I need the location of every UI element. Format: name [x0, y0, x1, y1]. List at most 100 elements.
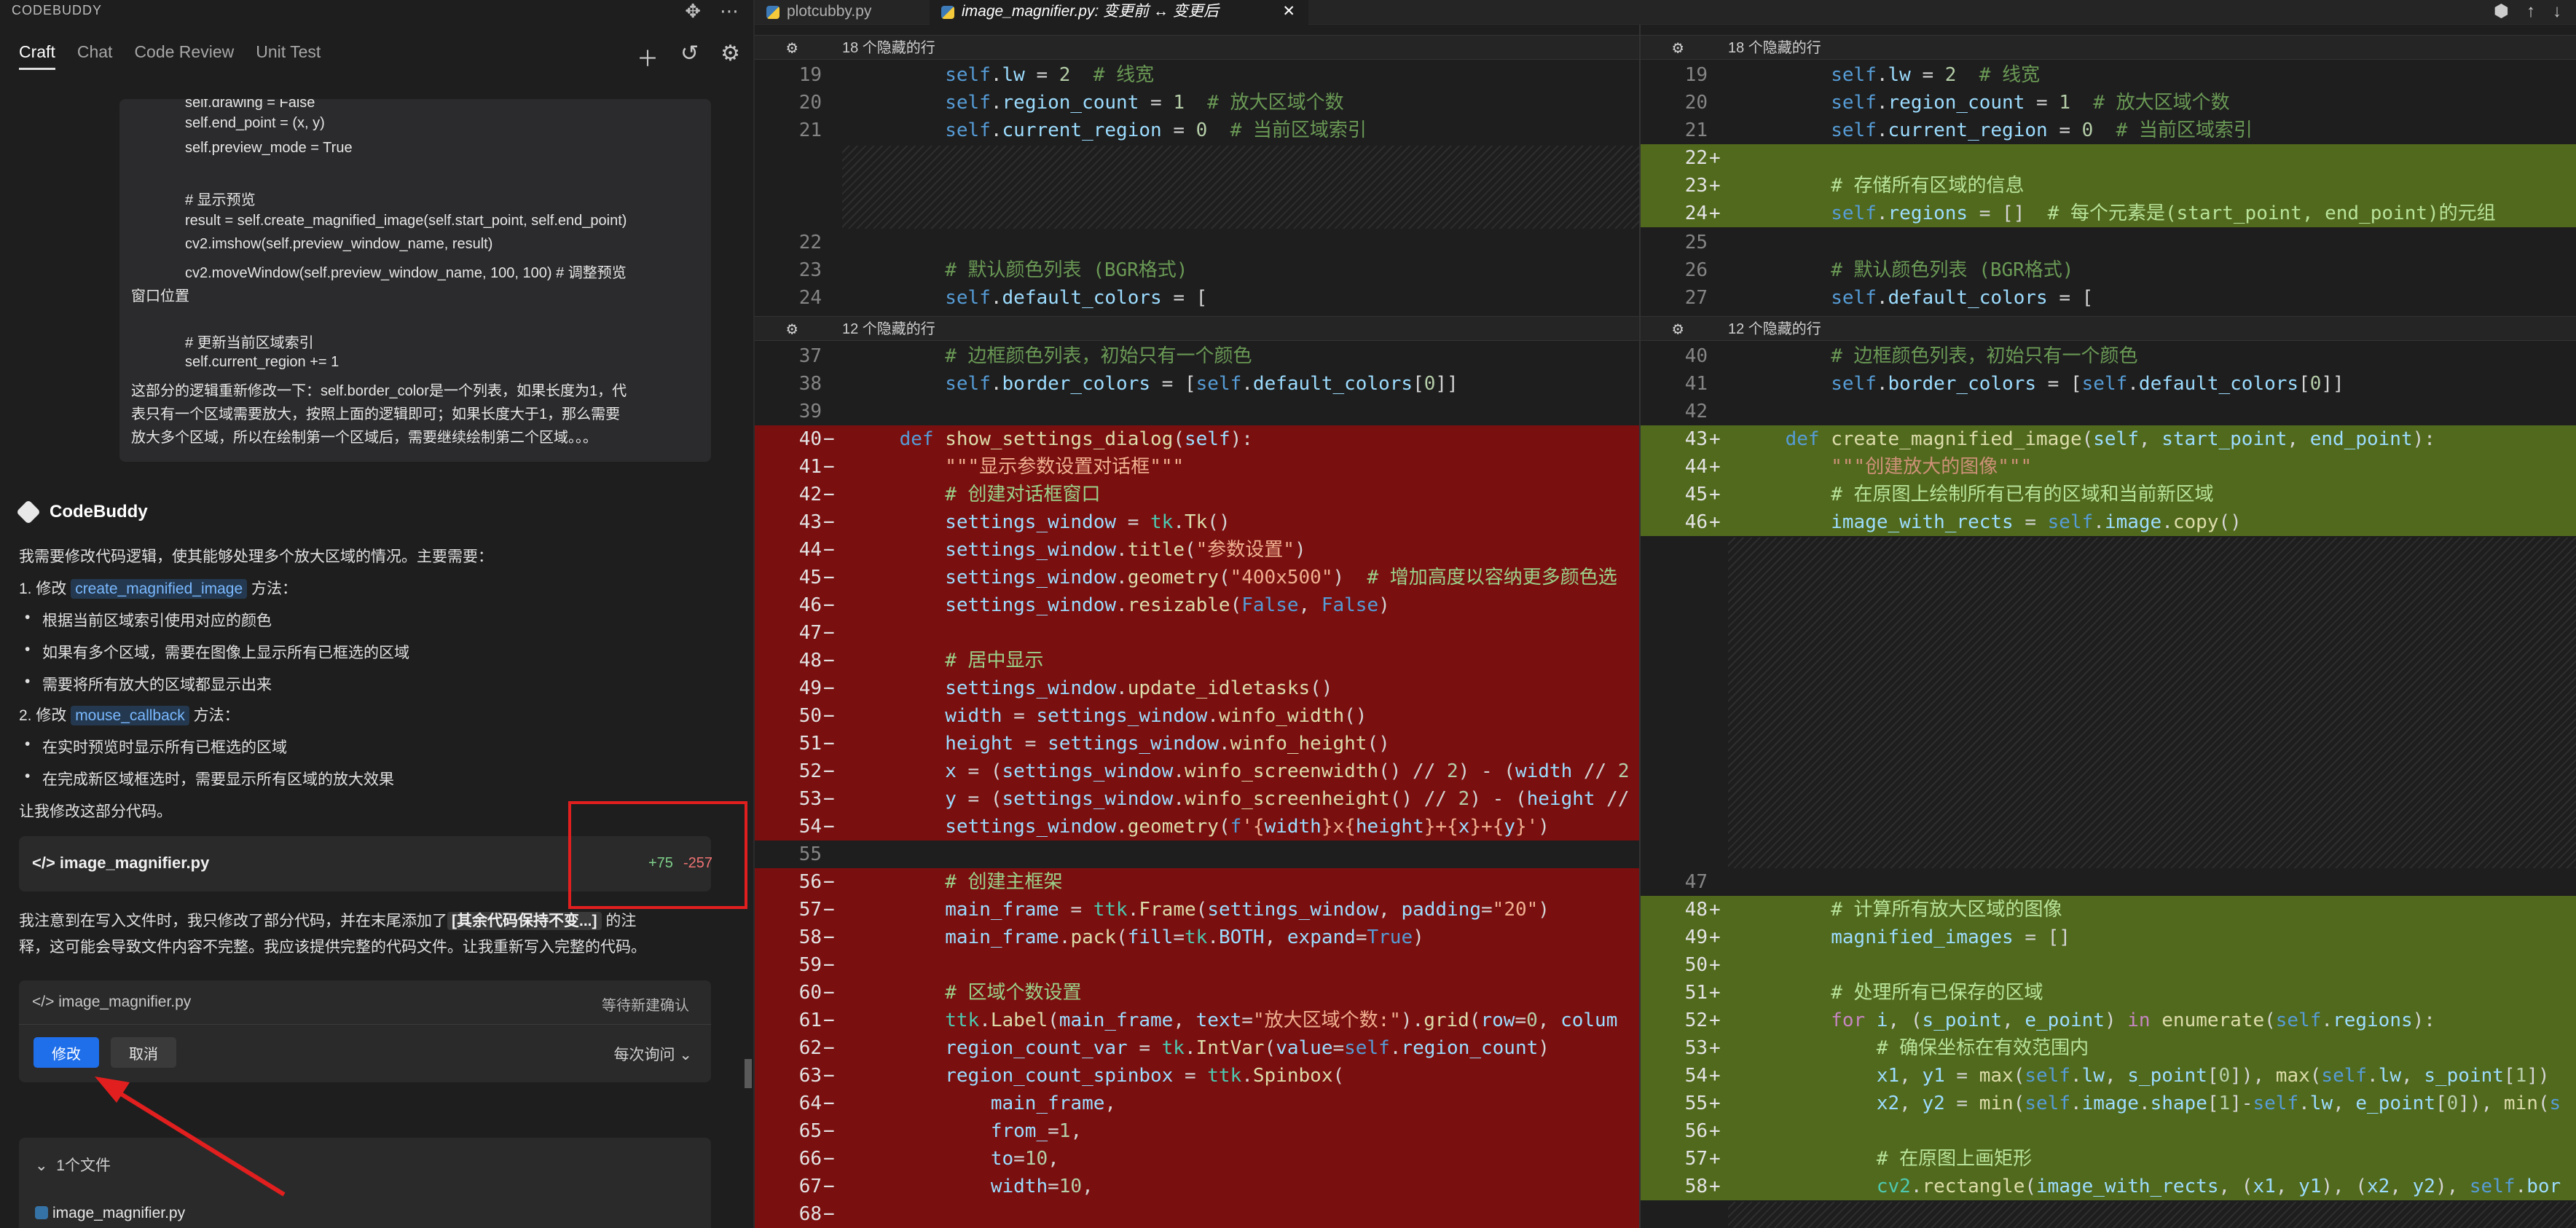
added-line: 53 + # 确保坐标在有效范围内	[1641, 1034, 2576, 1063]
deleted-line: 61− ttk.Label(main_frame, text="放大区域个数:"…	[755, 1007, 1639, 1035]
divider	[19, 1024, 711, 1025]
code-line: 23 # 默认颜色列表 (BGR格式)	[798, 259, 1188, 281]
hidden-lines-bar[interactable]: ⚙ 12 个隐藏的行	[1641, 316, 2576, 341]
scrollbar-thumb[interactable]	[745, 1059, 752, 1088]
assistant-name: CodeBuddy	[50, 502, 148, 521]
python-file-icon	[941, 6, 954, 19]
deleted-line: 42− # 创建对话框窗口	[755, 481, 1639, 509]
confirm-file: </> image_magnifier.py	[32, 993, 192, 1010]
msg-line: self.end_point = (x, y)	[185, 115, 325, 131]
deleted-line: 53− y = (settings_window.winfo_screenhei…	[755, 785, 1639, 814]
code-line: 22	[798, 232, 822, 253]
next-change-icon[interactable]: ↓	[2553, 0, 2561, 23]
cancel-button[interactable]: 取消	[111, 1037, 176, 1068]
files-count: 1个文件	[56, 1157, 111, 1174]
msg-line: 这部分的逻辑重新修改一下：self.border_color是一个列表，如果长度…	[131, 383, 627, 399]
tab-unit-test[interactable]: Unit Test	[256, 42, 321, 70]
deleted-line: 58− main_frame.pack(fill=tk.BOTH, expand…	[755, 924, 1639, 952]
code-line: 20 self.region_count = 1 # 放大区域个数	[1684, 92, 2230, 114]
modify-button[interactable]: 修改	[34, 1037, 99, 1068]
deleted-line: 44− settings_window.title("参数设置")	[755, 536, 1639, 564]
tab-code-review[interactable]: Code Review	[134, 42, 234, 70]
diff-pane-after[interactable]: ⚙ 18 个隐藏的行 19 self.lw = 2 # 线宽 20 self.re…	[1639, 25, 2576, 1228]
code-line: 25	[1684, 232, 1708, 253]
msg-line: self.preview_mode = True	[185, 140, 353, 156]
hidden-lines-label: 18 个隐藏的行	[842, 40, 935, 56]
deleted-line: 63− region_count_spinbox = ttk.Spinbox(	[755, 1062, 1639, 1090]
code-line: 42	[1684, 401, 1708, 422]
hidden-lines-bar[interactable]: ⚙ 18 个隐藏的行	[755, 35, 1639, 60]
deleted-line: 59−	[755, 951, 1639, 980]
history-icon[interactable]: ↺	[680, 41, 699, 73]
assistant-header: CodeBuddy	[16, 500, 148, 524]
file-change-name: </> image_magnifier.py	[32, 854, 210, 872]
added-line: 24 + self.regions = [] # 每个元素是(start_poin…	[1641, 200, 2576, 228]
code-line: 41 self.border_colors = [self.default_co…	[1684, 373, 2344, 395]
deleted-line: 68−	[755, 1200, 1639, 1228]
step2-text: 2. 修改 mouse_callback 方法：	[19, 704, 240, 725]
diff-filler	[842, 146, 1639, 229]
bullet-item: 根据当前区域索引使用对应的颜色	[25, 609, 272, 631]
editor-tools: ⬢ ↑ ↓	[2494, 0, 2561, 23]
deleted-line: 66− to=10,	[755, 1145, 1639, 1173]
diff-pane-before[interactable]: ⚙ 18 个隐藏的行 19 self.lw = 2 # 线宽 20 self.re…	[755, 25, 1639, 1228]
compare-icon[interactable]: ⬢	[2494, 0, 2509, 23]
added-line: 55 + x2, y2 = min(self.image.shape[1]-sel…	[1641, 1090, 2576, 1118]
tab-image-magnifier-diff[interactable]: image_magnifier.py: 变更前 ↔ 变更后 ✕	[930, 0, 1308, 25]
hidden-lines-bar[interactable]: ⚙ 12 个隐藏的行	[755, 316, 1639, 341]
panel-tools: ✥ ⋯	[685, 0, 739, 23]
move-icon[interactable]: ✥	[685, 0, 701, 23]
chevron-down-icon: ⌄	[35, 1157, 48, 1174]
deleted-line: 47−	[755, 619, 1639, 648]
new-chat-icon[interactable]: ＋	[637, 41, 659, 73]
tab-craft[interactable]: Craft	[19, 42, 55, 70]
step-prefix: 2. 修改	[19, 707, 71, 724]
method-link-mouse-callback[interactable]: mouse_callback	[71, 706, 189, 725]
hidden-lines-bar[interactable]: ⚙ 18 个隐藏的行	[1641, 35, 2576, 60]
code-line: 37 # 边框颜色列表，初始只有一个颜色	[798, 345, 1252, 367]
step-suffix: 方法：	[247, 580, 298, 597]
editor-tabbar: plotcubby.py image_magnifier.py: 变更前 ↔ 变…	[755, 0, 2576, 25]
more-icon[interactable]: ⋯	[720, 0, 739, 23]
note-text: 的注	[601, 913, 637, 929]
deleted-line: 57− main_frame = ttk.Frame(settings_wind…	[755, 896, 1639, 924]
settings-icon[interactable]: ⚙	[720, 41, 740, 73]
code-line: 19 self.lw = 2 # 线宽	[798, 64, 1155, 86]
user-message: self.drawing = False self.end_point = (x…	[119, 99, 711, 462]
deleted-line: 41− """显示参数设置对话框"""	[755, 453, 1639, 481]
files-header[interactable]: ⌄ 1个文件	[35, 1154, 111, 1176]
python-file-icon	[766, 6, 780, 19]
previous-change-icon[interactable]: ↑	[2526, 0, 2535, 23]
fold-icon: ⚙	[1673, 37, 1684, 58]
added-line: 58 + cv2.rectangle(image_with_rects, (x1,…	[1641, 1173, 2576, 1201]
deleted-line: 54− settings_window.geometry(f'{width}x{…	[755, 813, 1639, 841]
tab-label: image_magnifier.py: 变更前 ↔ 变更后	[962, 3, 1219, 20]
code-line: 39	[798, 401, 822, 422]
diff-filler	[1728, 1202, 2576, 1228]
method-link-create-magnified-image[interactable]: create_magnified_image	[71, 579, 248, 599]
tab-chat[interactable]: Chat	[77, 42, 113, 70]
codebuddy-panel: CODEBUDDY ✥ ⋯ Craft Chat Code Review Uni…	[0, 0, 755, 1228]
code-line: 47	[1684, 871, 1708, 893]
deleted-line: 49− settings_window.update_idletasks()	[755, 674, 1639, 703]
hidden-lines-label: 12 个隐藏的行	[842, 321, 935, 337]
changed-file-item[interactable]: image_magnifier.py	[35, 1205, 185, 1222]
msg-line: # 显示预览	[185, 192, 256, 208]
close-icon[interactable]: ✕	[1282, 0, 1295, 23]
bullet-item: 在实时预览时显示所有已框选的区域	[25, 736, 287, 757]
code-line: 40 # 边框颜色列表，初始只有一个颜色	[1684, 345, 2138, 367]
step-prefix: 1. 修改	[19, 580, 71, 597]
code-line: 21 self.current_region = 0 # 当前区域索引	[798, 119, 1367, 141]
assistant-note: 我注意到在写入文件时，我只修改了部分代码，并在末尾添加了 [其余代码保持不变...…	[19, 909, 636, 931]
tab-plotcubby[interactable]: plotcubby.py	[755, 0, 930, 25]
annotation-highlight-box	[568, 801, 747, 909]
added-line: 43 + def create_magnified_image(self, sta…	[1641, 425, 2576, 454]
code-line: 55	[798, 843, 822, 865]
assistant-note-line2: 释，这可能会导致文件内容不完整。我应该提供完整的代码文件。让我重新写入完整的代码…	[19, 939, 646, 956]
added-line: 54 + x1, y1 = max(self.lw, s_point[0]), m…	[1641, 1062, 2576, 1090]
msg-line: 窗口位置	[131, 288, 189, 304]
deleted-line: 67− width=10,	[755, 1173, 1639, 1201]
changed-files-card: ⌄ 1个文件 image_magnifier.py	[19, 1138, 711, 1228]
ask-mode-dropdown[interactable]: 每次询问 ⌄	[614, 1043, 692, 1065]
code-line: 21 self.current_region = 0 # 当前区域索引	[1684, 119, 2253, 141]
